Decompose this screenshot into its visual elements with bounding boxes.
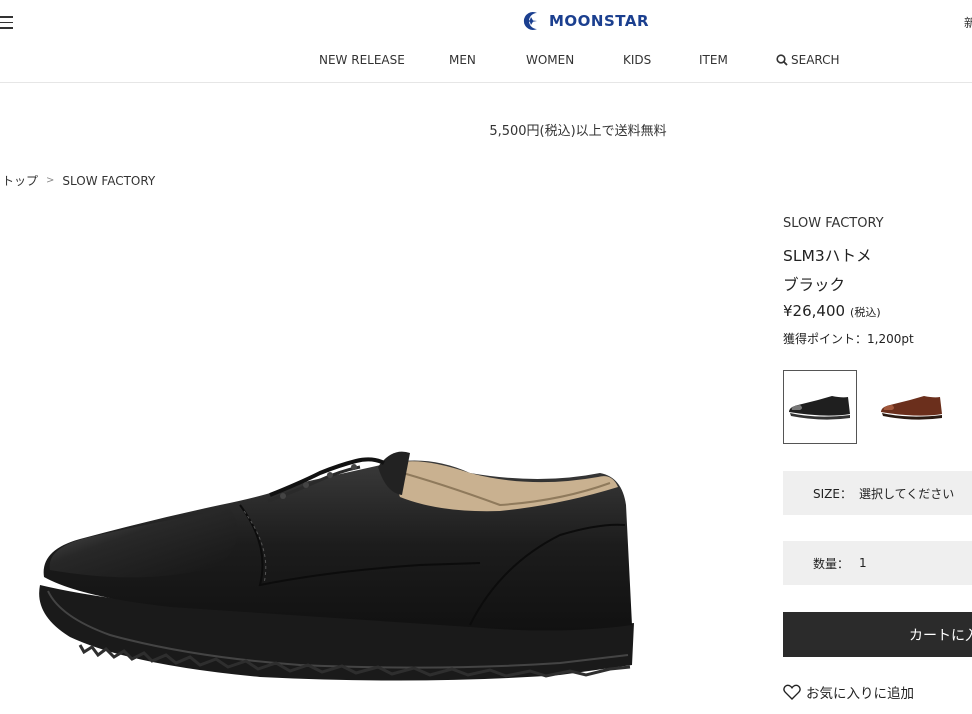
moonstar-mark-icon — [523, 12, 537, 30]
header-corner-text[interactable]: 新 — [964, 14, 972, 31]
nav-men[interactable]: MEN — [449, 53, 476, 67]
reward-points: 獲得ポイント：1,200pt — [783, 332, 914, 346]
variant-thumb-black[interactable] — [783, 370, 857, 444]
nav-item[interactable]: ITEM — [699, 53, 728, 67]
shipping-notice: 5,500円(税込)以上で送料無料 — [489, 124, 667, 139]
size-label: SIZE： — [813, 486, 852, 501]
black-shoe-thumbnail — [789, 396, 850, 420]
breadcrumb-current: SLOW FACTORY — [62, 173, 156, 188]
logo-text: MOONSTAR — [549, 12, 650, 30]
black-shoe-image — [39, 451, 634, 681]
breadcrumb: トップ > SLOW FACTORY — [2, 172, 155, 189]
quantity-label: 数量： — [813, 556, 850, 571]
size-select[interactable]: SIZE： 選択してください — [783, 471, 972, 515]
add-to-favorites-button[interactable]: お気に入りに追加 — [783, 682, 914, 702]
moonstar-logo[interactable]: MOONSTAR — [521, 11, 649, 31]
nav-search-label: SEARCH — [791, 53, 840, 67]
nav-kids[interactable]: KIDS — [623, 53, 651, 67]
header-divider — [0, 82, 972, 83]
main-nav: NEW RELEASE MEN WOMEN KIDS ITEM SEARCH — [0, 53, 972, 73]
product-color: ブラック — [783, 276, 846, 294]
search-icon — [776, 54, 788, 66]
product-price: ¥26,400 (税込) — [783, 302, 881, 320]
breadcrumb-separator: > — [46, 175, 55, 186]
quantity-select[interactable]: 数量： 1 — [783, 541, 972, 585]
tax-note: (税込) — [850, 306, 881, 319]
nav-search[interactable]: SEARCH — [776, 53, 840, 67]
favorite-label: お気に入りに追加 — [806, 686, 914, 702]
hamburger-menu-icon[interactable] — [0, 16, 16, 30]
nav-new-release[interactable]: NEW RELEASE — [319, 53, 405, 67]
product-name: SLM3ハトメ — [783, 247, 872, 265]
add-to-cart-button[interactable]: カートに入れる — [783, 612, 972, 657]
quantity-value: 1 — [859, 556, 867, 570]
variant-thumb-brown[interactable] — [875, 370, 949, 444]
brown-shoe-thumbnail — [881, 396, 942, 420]
add-to-cart-label: カートに入れる — [909, 627, 972, 644]
price-value: ¥26,400 — [783, 302, 846, 320]
breadcrumb-home[interactable]: トップ — [2, 172, 38, 189]
nav-women[interactable]: WOMEN — [526, 53, 574, 67]
size-selected-value: 選択してください — [859, 486, 955, 501]
product-main-image — [0, 205, 700, 710]
product-brand[interactable]: SLOW FACTORY — [783, 216, 884, 231]
heart-icon — [783, 684, 801, 700]
